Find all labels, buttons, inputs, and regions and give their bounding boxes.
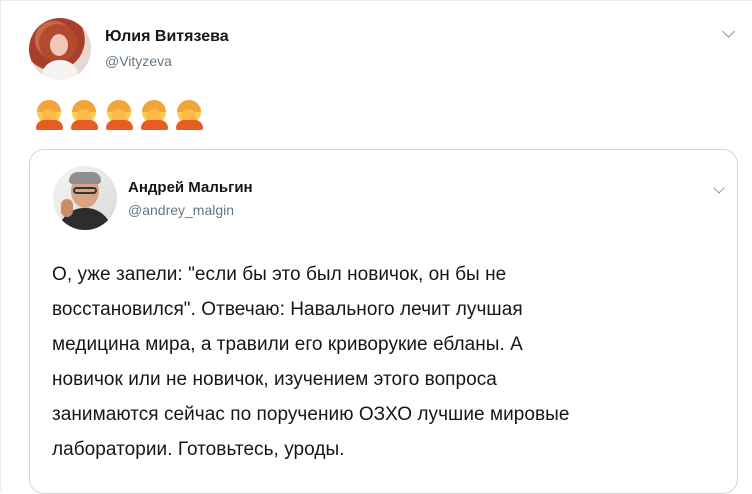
facepalm-emoji [36,100,63,130]
quoted-tweet-text: О, уже запели: "если бы это был новичок,… [52,264,570,460]
top-divider [0,0,752,1]
quoted-tweet-card[interactable]: Андрей Мальгин @andrey_malgin О, уже зап… [29,149,738,494]
quoted-author-avatar[interactable] [53,166,117,230]
tweet-header: Юлия Витязева @Vityzeva [29,18,739,80]
chevron-down-icon[interactable] [722,25,735,38]
author-name[interactable]: Юлия Витязева [105,27,229,47]
left-divider [0,0,1,491]
quoted-author-name[interactable]: Андрей Мальгин [128,179,253,197]
facepalm-emoji [71,100,98,130]
emoji-row [36,100,203,130]
quoted-author-handle[interactable]: @andrey_malgin [128,201,234,219]
facepalm-emoji [176,100,203,130]
facepalm-emoji [106,100,133,130]
author-avatar[interactable] [29,18,91,80]
quoted-chevron-down-icon[interactable] [713,182,725,194]
author-handle[interactable]: @Vityzeva [105,52,172,70]
facepalm-emoji [141,100,168,130]
